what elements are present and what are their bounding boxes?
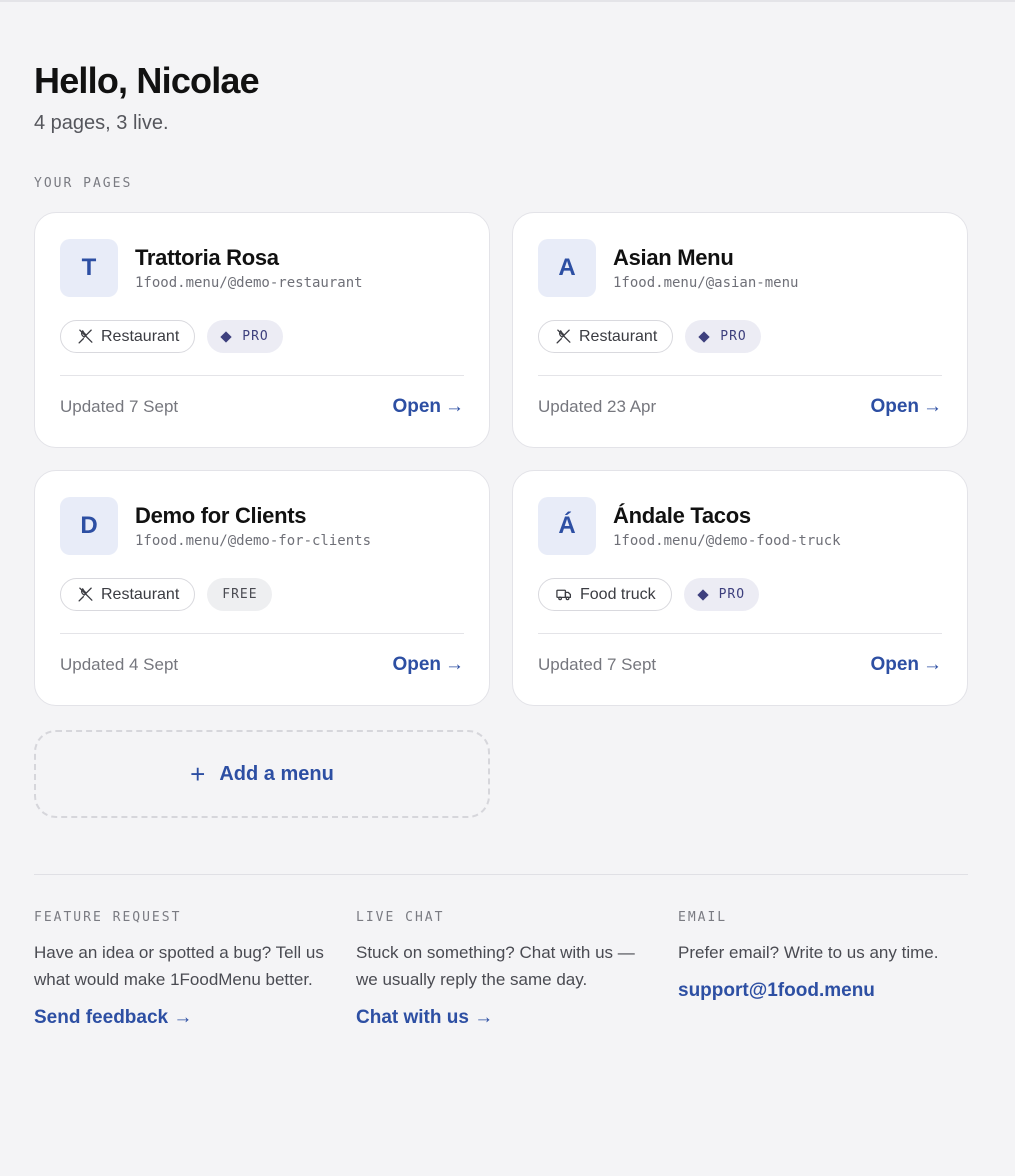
card-titles: Demo for Clients 1food.menu/@demo-for-cli…: [135, 503, 371, 549]
updated-date: Updated 4 Sept: [60, 655, 179, 674]
card-footer: Updated 4 Sept Open →: [60, 654, 464, 676]
page-card[interactable]: A Asian Menu 1food.menu/@asian-menu Restaur…: [512, 212, 968, 448]
page-avatar: T: [60, 239, 118, 297]
open-label: Open: [870, 396, 919, 417]
plus-icon: +: [190, 759, 206, 789]
diamond-icon: [698, 330, 710, 343]
page-avatar: A: [538, 239, 596, 297]
open-label: Open: [870, 654, 919, 675]
card-footer: Updated 7 Sept Open →: [538, 654, 942, 676]
arrow-right-icon: →: [923, 654, 942, 675]
utensils-icon: [77, 586, 101, 603]
type-badge: Restaurant: [538, 320, 674, 353]
utensils-icon: [77, 328, 101, 345]
chat-with-us-link[interactable]: Chat with us →: [356, 1007, 493, 1029]
diamond-icon: [220, 330, 232, 343]
open-label: Open: [392, 654, 441, 675]
card-titles: Ándale Tacos 1food.menu/@demo-food-truck: [613, 503, 841, 549]
open-label: Open: [392, 396, 441, 417]
updated-date: Updated 7 Sept: [60, 397, 179, 416]
page-avatar: Á: [538, 497, 596, 555]
plan-label: PRO: [242, 329, 269, 344]
page-title: Asian Menu: [613, 245, 734, 270]
card-tags: Restaurant PRO: [60, 320, 464, 353]
type-badge: Food truck: [538, 578, 672, 611]
truck-icon: [555, 586, 580, 603]
plan-label: PRO: [720, 329, 747, 344]
page-title: Ándale Tacos: [613, 503, 751, 528]
plan-badge: PRO: [683, 578, 760, 611]
card-divider: [60, 633, 464, 634]
card-footer: Updated 23 Apr Open →: [538, 396, 942, 418]
page-card[interactable]: D Demo for Clients 1food.menu/@demo-for-cl…: [34, 470, 490, 706]
type-label: Food truck: [580, 585, 656, 603]
help-section: FEATURE REQUEST Have an idea or spotted …: [34, 910, 968, 1029]
type-label: Restaurant: [101, 585, 180, 603]
open-page-link[interactable]: Open →: [392, 396, 464, 418]
card-divider: [538, 633, 942, 634]
send-feedback-link[interactable]: Send feedback →: [34, 1007, 192, 1029]
arrow-right-icon: →: [445, 396, 464, 417]
support-email-link[interactable]: support@1food.menu: [678, 980, 875, 1002]
card-header: T Trattoria Rosa 1food.menu/@demo-restaura…: [60, 239, 464, 297]
open-page-link[interactable]: Open →: [392, 654, 464, 676]
add-menu-button[interactable]: + Add a menu: [34, 730, 490, 818]
help-text: Prefer email? Write to us any time.: [678, 943, 939, 962]
card-titles: Asian Menu 1food.menu/@asian-menu: [613, 245, 798, 291]
help-feature-request: FEATURE REQUEST Have an idea or spotted …: [34, 910, 356, 1029]
card-divider: [538, 375, 942, 376]
card-tags: Restaurant PRO: [538, 320, 942, 353]
help-label: LIVE CHAT: [356, 910, 445, 925]
type-label: Restaurant: [579, 327, 658, 345]
card-divider: [60, 375, 464, 376]
page-url: 1food.menu/@demo-restaurant: [135, 275, 363, 291]
utensils-icon: [555, 328, 579, 345]
plan-label: PRO: [718, 587, 746, 602]
open-page-link[interactable]: Open →: [870, 396, 942, 418]
pages-summary: 4 pages, 3 live.: [34, 112, 169, 134]
help-label: EMAIL: [678, 910, 728, 925]
plan-badge: FREE: [207, 578, 272, 611]
card-header: A Asian Menu 1food.menu/@asian-menu: [538, 239, 942, 297]
page-url: 1food.menu/@demo-food-truck: [613, 533, 841, 549]
help-label: FEATURE REQUEST: [34, 910, 182, 925]
page-title: Trattoria Rosa: [135, 245, 279, 270]
add-menu-label: Add a menu: [219, 762, 334, 785]
plan-badge: PRO: [685, 320, 761, 353]
updated-date: Updated 7 Sept: [538, 655, 657, 674]
type-badge: Restaurant: [60, 578, 196, 611]
updated-date: Updated 23 Apr: [538, 397, 657, 416]
type-label: Restaurant: [101, 327, 180, 345]
pages-grid: T Trattoria Rosa 1food.menu/@demo-restaura…: [34, 212, 968, 706]
card-tags: Food truck PRO: [538, 578, 942, 611]
arrow-right-icon: →: [445, 654, 464, 675]
card-titles: Trattoria Rosa 1food.menu/@demo-restauran…: [135, 245, 363, 291]
help-text: Have an idea or spotted a bug? Tell us w…: [34, 943, 324, 989]
help-live-chat: LIVE CHAT Stuck on something? Chat with …: [356, 910, 678, 1029]
page-title: Hello, Nicolae: [34, 60, 260, 101]
page-url: 1food.menu/@asian-menu: [613, 275, 799, 291]
arrow-right-icon: →: [923, 396, 942, 417]
open-page-link[interactable]: Open →: [870, 654, 942, 676]
page-card[interactable]: Á Ándale Tacos 1food.menu/@demo-food-truck…: [512, 470, 968, 706]
section-label-your-pages: YOUR PAGES: [34, 176, 133, 191]
page-url: 1food.menu/@demo-for-clients: [135, 533, 372, 549]
card-header: D Demo for Clients 1food.menu/@demo-for-cl…: [60, 497, 464, 555]
diamond-icon: [696, 588, 709, 601]
card-tags: Restaurant FREE: [60, 578, 464, 611]
plan-label: FREE: [222, 587, 258, 602]
page-title: Demo for Clients: [135, 503, 307, 528]
help-email: EMAIL Prefer email? Write to us any time…: [678, 910, 968, 1029]
footer-divider: [34, 874, 968, 875]
card-header: Á Ándale Tacos 1food.menu/@demo-food-truck: [538, 497, 942, 555]
page-avatar: D: [60, 497, 118, 555]
page-card[interactable]: T Trattoria Rosa 1food.menu/@demo-restaura…: [34, 212, 490, 448]
card-footer: Updated 7 Sept Open →: [60, 396, 464, 418]
plan-badge: PRO: [207, 320, 283, 353]
top-border: [0, 0, 1015, 2]
help-text: Stuck on something? Chat with us — we us…: [356, 943, 635, 989]
type-badge: Restaurant: [60, 320, 196, 353]
